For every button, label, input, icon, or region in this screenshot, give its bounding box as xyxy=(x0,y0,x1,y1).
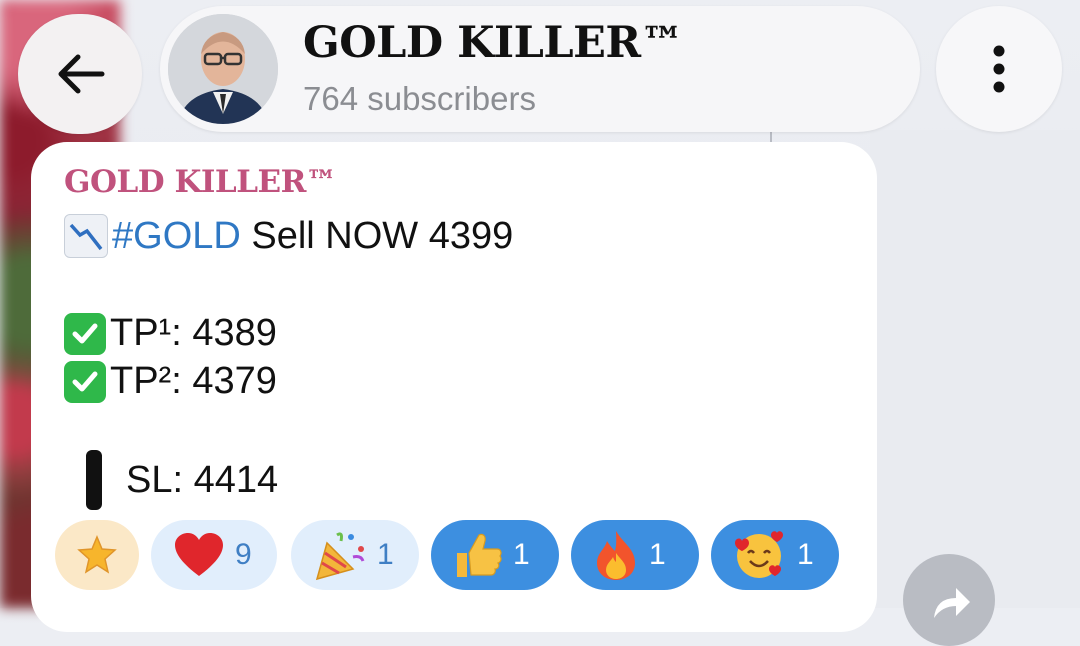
take-profit-1: TP¹: 4389 xyxy=(110,312,277,354)
forward-arrow-icon xyxy=(934,588,970,618)
reaction-count: 1 xyxy=(377,538,394,571)
sender-name: GOLD KILLER™ xyxy=(64,164,337,200)
chat-background xyxy=(870,130,1080,608)
more-vertical-icon xyxy=(993,45,1005,93)
reaction-count: 1 xyxy=(797,538,814,571)
take-profit-2: TP²: 4379 xyxy=(110,360,277,402)
reaction-fire[interactable]: 1 xyxy=(571,520,699,590)
black-bar-icon xyxy=(86,450,102,510)
message-bubble[interactable]: GOLD KILLER™ #GOLD Sell NOW 4399 TP¹: 43… xyxy=(31,142,877,632)
avatar[interactable] xyxy=(168,14,278,124)
channel-header[interactable]: GOLD KILLER™ 764 subscribers xyxy=(160,6,920,132)
reaction-count: 9 xyxy=(235,538,252,571)
subscriber-count: 764 subscribers xyxy=(303,80,536,117)
heart-icon xyxy=(175,533,223,576)
stop-loss: SL: 4414 xyxy=(126,458,279,501)
back-button[interactable] xyxy=(18,14,142,134)
reaction-party[interactable]: 1 xyxy=(291,520,419,590)
thumbs-up-icon xyxy=(457,533,502,577)
chart-decreasing-icon xyxy=(64,214,108,258)
signal-text: Sell NOW 4399 xyxy=(240,214,514,257)
avatar-image xyxy=(168,14,278,124)
star-icon xyxy=(77,535,117,574)
reaction-heart[interactable]: 9 xyxy=(151,520,277,590)
arrow-left-icon xyxy=(58,54,105,94)
reaction-count: 1 xyxy=(649,538,666,571)
reaction-thumbs-up[interactable]: 1 xyxy=(431,520,559,590)
message-line-sl: SL: 4414 xyxy=(64,450,278,510)
smiling-face-with-hearts-icon xyxy=(735,531,783,578)
check-mark-icon xyxy=(64,360,106,403)
more-options-button[interactable] xyxy=(936,6,1062,132)
reaction-star[interactable] xyxy=(55,520,139,590)
hashtag-link[interactable]: #GOLD xyxy=(112,215,241,258)
reaction-smiling-hearts[interactable]: 1 xyxy=(711,520,839,590)
channel-title: GOLD KILLER™ xyxy=(303,18,684,68)
message-line-tp2: TP²: 4379 xyxy=(64,360,277,403)
forward-button[interactable] xyxy=(903,554,995,646)
fire-icon xyxy=(597,531,635,580)
check-mark-icon xyxy=(64,312,106,355)
message-line-tp1: TP¹: 4389 xyxy=(64,312,277,355)
message-line-signal: #GOLD Sell NOW 4399 xyxy=(64,214,513,258)
reaction-count: 1 xyxy=(513,538,530,571)
party-popper-icon xyxy=(315,532,365,581)
